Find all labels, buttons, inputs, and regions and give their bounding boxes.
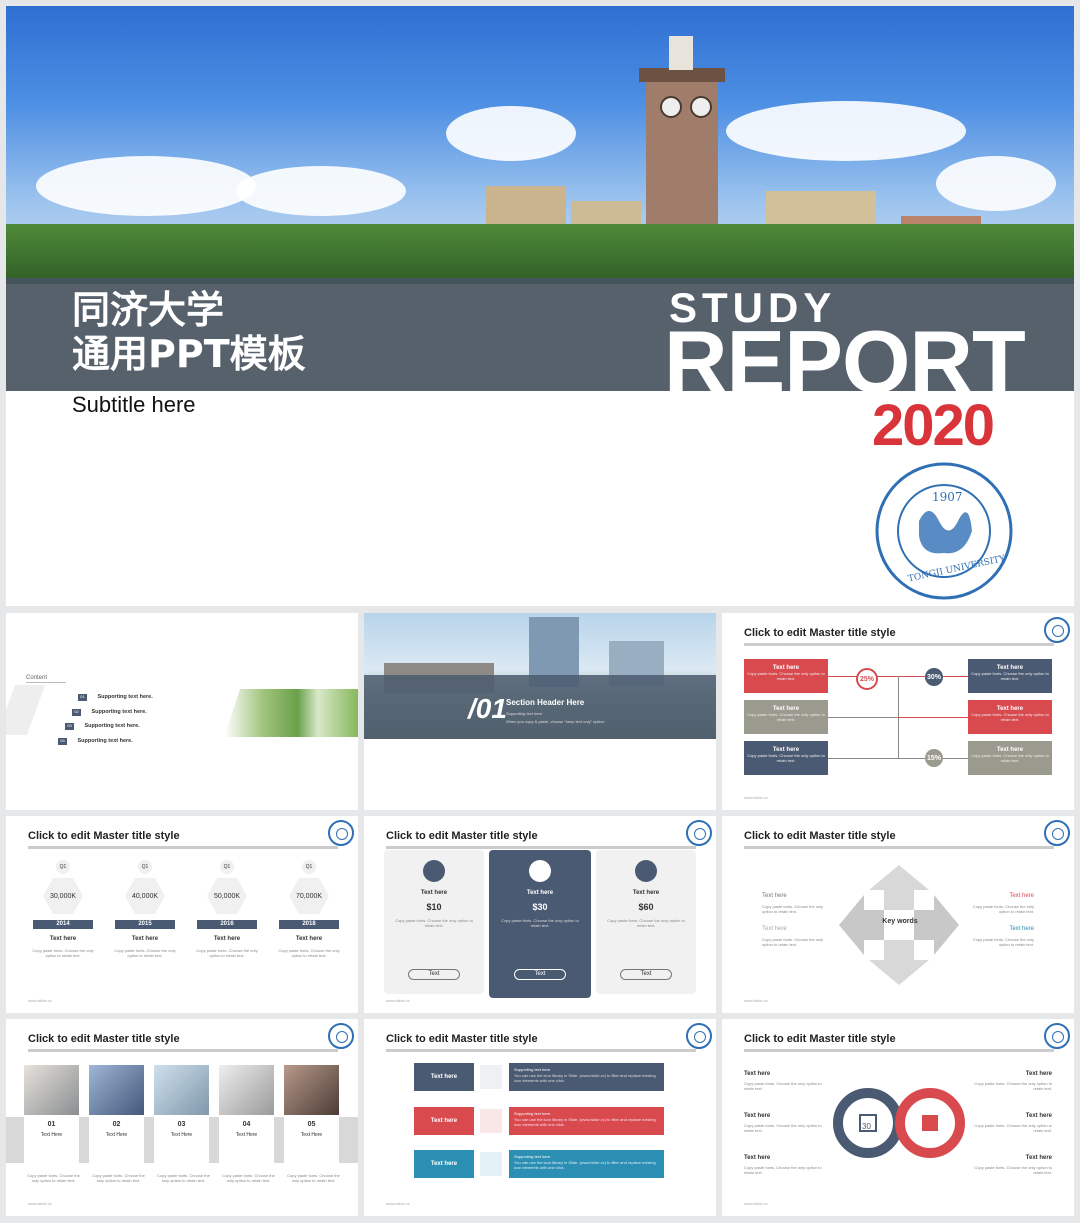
footer: www.islide.cc — [28, 998, 52, 1003]
timeline-item: Q1 50,000K 2016 Text here Copy paste fon… — [192, 860, 262, 958]
price-button[interactable]: Text — [514, 969, 566, 980]
footer: www.islide.cc — [744, 795, 768, 800]
cycle-label: Text here — [762, 893, 787, 899]
timeline-slide[interactable]: Click to edit Master title style Q1 30,0… — [6, 816, 358, 1013]
seal-icon — [1044, 617, 1070, 643]
slide-title: Click to edit Master title style — [744, 627, 896, 639]
photo-card: 05 Text Here — [284, 1065, 339, 1165]
cycle-slide[interactable]: Click to edit Master title style Key wor… — [722, 816, 1074, 1013]
cycle-label: Text here — [1009, 926, 1034, 932]
slide-title: Click to edit Master title style — [28, 1033, 180, 1045]
cycle-center: Key words — [882, 918, 918, 925]
cycle-arrows-icon — [839, 865, 959, 985]
photo-card: 02 Text Here — [89, 1065, 144, 1165]
pct-badge: 25% — [856, 668, 878, 690]
ribbon-item: Text here Supporting text here. You can … — [414, 1063, 664, 1091]
seal-icon — [686, 820, 712, 846]
slide-title: Click to edit Master title style — [28, 830, 180, 842]
slide-title: Click to edit Master title style — [386, 1033, 538, 1045]
tongji-seal-icon: 1907 TONGJI UNIVERSITY — [875, 462, 1013, 600]
contents-photo-strip — [224, 689, 358, 737]
section-slide[interactable]: /01 Section Header Here Supporting text … — [364, 613, 716, 810]
timeline-item: Q1 70,000K 2018 Text here Copy paste fon… — [274, 860, 344, 958]
cover-slide[interactable]: 同济大学 通用PPT模板 Subtitle here STUDY REPORT … — [6, 6, 1074, 606]
timeline-item: Q1 40,000K 2015 Text here Copy paste fon… — [110, 860, 180, 958]
section-number: /01 — [468, 693, 507, 724]
building-icon — [635, 860, 657, 882]
contents-item-4[interactable]: 04 Supporting text here. — [58, 729, 133, 747]
flow-box: Text here Copy paste fonts. Choose the on… — [968, 700, 1052, 734]
cycle-label: Text here — [762, 926, 787, 932]
photos-slide[interactable]: Click to edit Master title style 01 Text… — [6, 1019, 358, 1216]
footer: www.islide.cc — [744, 1201, 768, 1206]
pct-badge: 15% — [925, 749, 943, 767]
flow-slide[interactable]: Click to edit Master title style Text he… — [722, 613, 1074, 810]
building-icon — [423, 860, 445, 882]
slide-title: Click to edit Master title style — [744, 830, 896, 842]
year-label: 2020 — [872, 393, 995, 458]
footer: www.islide.cc — [28, 1201, 52, 1206]
section-header: Section Header Here — [506, 698, 585, 707]
section-support: Supporting text here. — [506, 711, 544, 716]
flow-box: Text here Copy paste fonts. Choose the on… — [744, 741, 828, 775]
pricing-slide[interactable]: Click to edit Master title style Text he… — [364, 816, 716, 1013]
pct-badge: 30% — [925, 668, 943, 686]
seal-icon — [686, 1023, 712, 1049]
section-hint: When you copy & paste, choose "keep text… — [506, 719, 606, 724]
ribbons-slide[interactable]: Click to edit Master title style Text he… — [364, 1019, 716, 1216]
ribbon-item: Text here Supporting text here. You can … — [414, 1107, 664, 1135]
seal-icon — [1044, 1023, 1070, 1049]
footer: www.islide.cc — [386, 1201, 410, 1206]
ribbon-item: Text here Supporting text here. You can … — [414, 1150, 664, 1178]
flow-box: Text here Copy paste fonts. Choose the on… — [744, 700, 828, 734]
cycle-label: Text here — [1009, 893, 1034, 899]
seal-year: 1907 — [932, 490, 963, 504]
photo-card: 03 Text Here — [154, 1065, 209, 1165]
timeline-item: Q1 30,000K 2014 Text here Copy paste fon… — [28, 860, 98, 958]
building-icon — [529, 860, 551, 882]
building-icon — [922, 1115, 938, 1131]
footer: www.islide.cc — [744, 998, 768, 1003]
infinity-diagram: 30 — [833, 1088, 965, 1158]
tree-line — [6, 224, 1074, 284]
contents-slide[interactable]: Content 01 Supporting text here. 02 Supp… — [6, 613, 358, 810]
photo-card: 04 Text Here — [219, 1065, 274, 1165]
seal-icon — [1044, 820, 1070, 846]
infinity-slide[interactable]: Click to edit Master title style 30 Text… — [722, 1019, 1074, 1216]
flow-box: Text here Copy paste fonts. Choose the on… — [968, 741, 1052, 775]
photo-card: 01 Text Here — [24, 1065, 79, 1165]
flow-box: Text here Copy paste fonts. Choose the on… — [744, 659, 828, 693]
svg-text:30: 30 — [862, 1122, 871, 1131]
flow-box: Text here Copy paste fonts. Choose the on… — [968, 659, 1052, 693]
slide-title: Click to edit Master title style — [386, 830, 538, 842]
footer: www.islide.cc — [386, 998, 410, 1003]
seal-icon — [328, 1023, 354, 1049]
price-button[interactable]: Text — [620, 969, 672, 980]
chinese-title: 同济大学 通用PPT模板 — [72, 288, 306, 376]
subtitle: Subtitle here — [72, 392, 196, 417]
contents-label: Content — [26, 675, 48, 681]
price-button[interactable]: Text — [408, 969, 460, 980]
seal-icon — [328, 820, 354, 846]
slide-title: Click to edit Master title style — [744, 1033, 896, 1045]
